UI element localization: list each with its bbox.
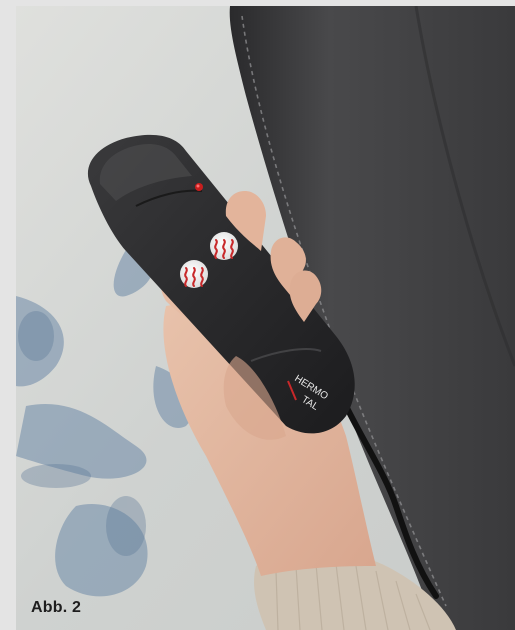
figure-caption: Abb. 2: [31, 599, 82, 616]
product-photo: HERMO TAL: [16, 6, 515, 630]
figure-frame: HERMO TAL Abb. 2: [0, 0, 515, 630]
